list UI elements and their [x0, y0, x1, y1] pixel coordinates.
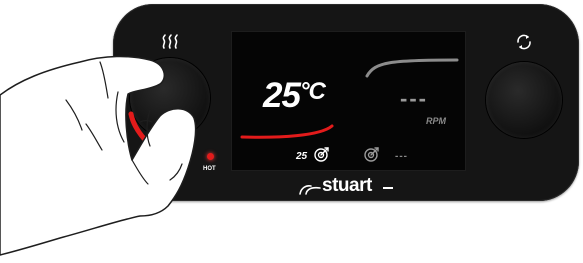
hand-illustration: [0, 55, 197, 256]
